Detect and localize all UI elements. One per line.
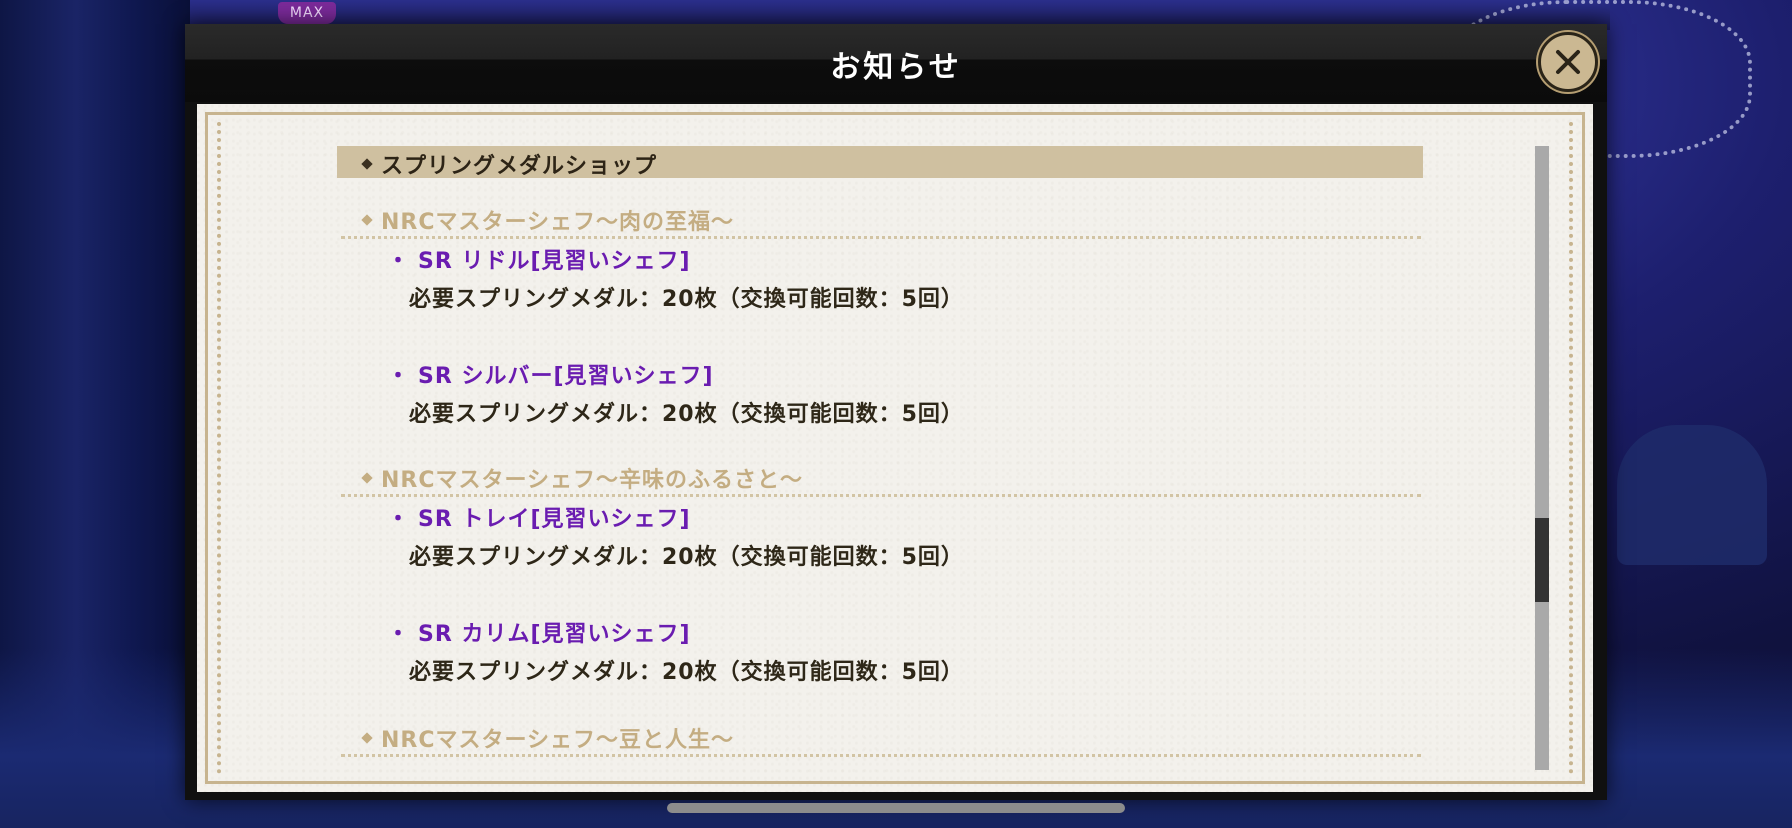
home-indicator[interactable] [667,803,1125,813]
list-item-name: ・ SR トレイ[見習いシェフ] [387,507,691,532]
list-item-requirement: 必要スプリングメダル：20枚（交換可能回数：5回） [409,287,964,312]
max-badge: MAX [278,2,336,24]
list-item-requirement: 必要スプリングメダル：20枚（交換可能回数：5回） [409,545,964,570]
dialog-title: お知らせ [830,50,962,85]
news-scroll-area[interactable]: スプリングメダルショップ NRCマスターシェフ〜肉の至福〜 ・ SR リドル[見習… [337,134,1437,784]
list-item-requirement: 必要スプリングメダル：20枚（交換可能回数：5回） [409,660,964,685]
section-heading: スプリングメダルショップ [381,154,658,179]
dotted-divider [341,236,1421,239]
scrollbar[interactable] [1535,146,1549,770]
group-heading: NRCマスターシェフ〜辛味のふるさと〜 [361,462,803,494]
list-item-name: ・ SR カリム[見習いシェフ] [387,622,691,647]
list-item-name: ・ SR シルバー[見習いシェフ] [387,364,714,389]
bullet-icon: ・ [387,364,411,389]
news-content-panel: スプリングメダルショップ NRCマスターシェフ〜肉の至福〜 ・ SR リドル[見習… [197,104,1593,792]
diamond-icon [361,214,373,226]
scrollbar-thumb[interactable] [1535,518,1549,602]
close-icon [1556,50,1580,74]
background-chair [1617,425,1767,565]
bullet-icon: ・ [387,249,411,274]
bullet-icon: ・ [387,622,411,647]
diamond-icon [361,158,373,170]
group-heading: NRCマスターシェフ〜豆と人生〜 [361,722,734,754]
paper-dots-left [217,122,221,774]
close-button[interactable] [1538,32,1598,92]
paper-dots-right [1569,122,1573,774]
diamond-icon [361,732,373,744]
dialog-header: お知らせ [185,24,1607,102]
group-heading: NRCマスターシェフ〜肉の至福〜 [361,204,734,236]
bullet-icon: ・ [387,507,411,532]
dotted-divider [341,754,1421,757]
diamond-icon [361,472,373,484]
game-screen: MAX お知らせ スプリングメダルショップ NRCマスターシェフ〜肉の至福〜 ・… [0,0,1792,828]
news-dialog: お知らせ スプリングメダルショップ NRCマスターシェフ〜肉の至福〜 ・ SR リ… [185,24,1607,800]
section-heading-bar: スプリングメダルショップ [337,146,1423,179]
dotted-divider [341,494,1421,497]
list-item-name: ・ SR リドル[見習いシェフ] [387,249,691,274]
list-item-requirement: 必要スプリングメダル：20枚（交換可能回数：5回） [409,402,964,427]
